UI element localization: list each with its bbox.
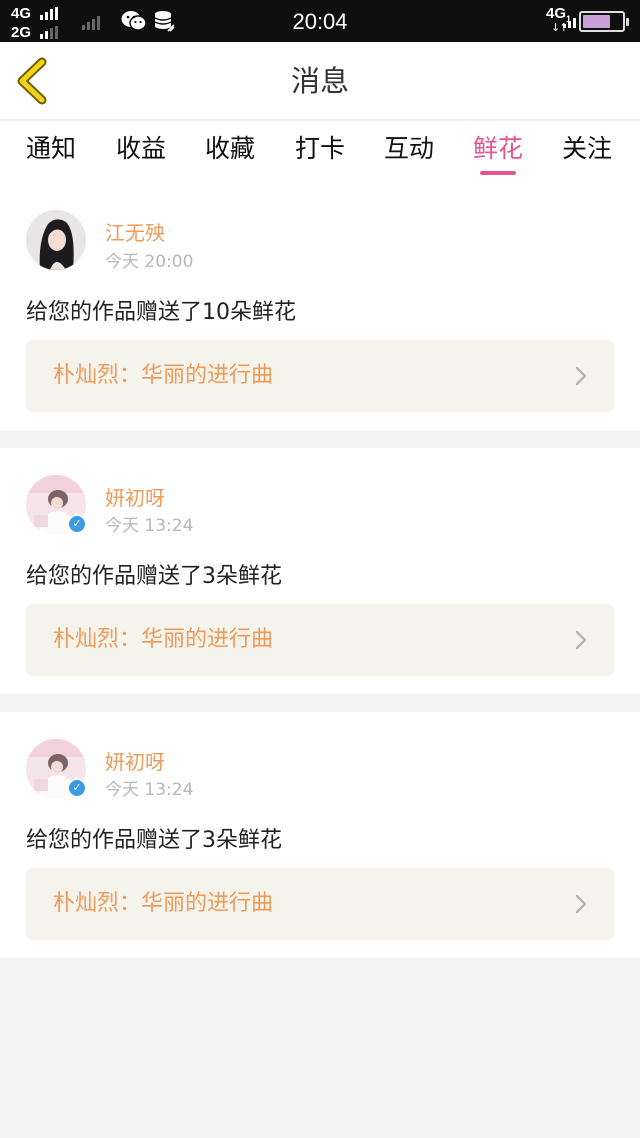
back-button[interactable] <box>14 56 54 106</box>
work-link[interactable]: 朴灿烈：华丽的进行曲 <box>26 868 614 940</box>
work-link[interactable]: 朴灿烈：华丽的进行曲 <box>26 604 614 676</box>
header: 消息 <box>0 42 640 120</box>
chevron-right-icon <box>575 366 587 386</box>
message-time: 今天 13:24 <box>105 516 194 536</box>
work-link[interactable]: 朴灿烈：华丽的进行曲 <box>26 340 614 412</box>
chevron-left-icon <box>17 57 47 105</box>
message-text: 给您的作品赠送了3朵鲜花 <box>26 564 282 589</box>
user-name[interactable]: 妍初呀 <box>105 482 165 511</box>
message-card: ✓ 妍初呀 今天 13:24 给您的作品赠送了3朵鲜花 朴灿烈：华丽的进行曲 <box>0 448 640 694</box>
user-name[interactable]: 妍初呀 <box>105 746 165 775</box>
signal-icon <box>563 18 576 28</box>
verified-badge-icon: ✓ <box>67 778 87 798</box>
tab-interactions[interactable]: 互动 <box>369 121 449 181</box>
status-bar: 4G 2G 20:04 4G1 ↓↑ <box>0 0 640 42</box>
chevron-right-icon <box>575 630 587 650</box>
avatar[interactable] <box>26 210 86 270</box>
tab-favorites[interactable]: 收藏 <box>190 121 270 181</box>
tab-checkin[interactable]: 打卡 <box>280 121 360 181</box>
message-time: 今天 13:24 <box>105 780 194 800</box>
user-name[interactable]: 江无殃 <box>105 217 165 246</box>
status-time: 20:04 <box>292 9 348 34</box>
message-text: 给您的作品赠送了3朵鲜花 <box>26 828 282 853</box>
tab-earnings[interactable]: 收益 <box>101 121 181 181</box>
tab-bar: 通知 收益 收藏 打卡 互动 鲜花 关注 <box>0 121 640 181</box>
tab-follows[interactable]: 关注 <box>547 121 627 181</box>
message-text: 给您的作品赠送了10朵鲜花 <box>26 300 296 325</box>
message-card: 江无殃 今天 20:00 给您的作品赠送了10朵鲜花 朴灿烈：华丽的进行曲 <box>0 181 640 431</box>
tab-notifications[interactable]: 通知 <box>11 121 91 181</box>
chevron-right-icon <box>575 894 587 914</box>
work-title: 朴灿烈：华丽的进行曲 <box>53 627 274 652</box>
work-title: 朴灿烈：华丽的进行曲 <box>53 363 274 388</box>
page-title: 消息 <box>290 64 349 98</box>
message-card: ✓ 妍初呀 今天 13:24 给您的作品赠送了3朵鲜花 朴灿烈：华丽的进行曲 <box>0 712 640 958</box>
message-time: 今天 20:00 <box>105 252 194 272</box>
battery-icon <box>579 11 629 32</box>
work-title: 朴灿烈：华丽的进行曲 <box>53 891 274 916</box>
avatar-photo-icon <box>26 210 86 270</box>
tab-flowers[interactable]: 鲜花 <box>458 121 538 181</box>
verified-badge-icon: ✓ <box>67 514 87 534</box>
